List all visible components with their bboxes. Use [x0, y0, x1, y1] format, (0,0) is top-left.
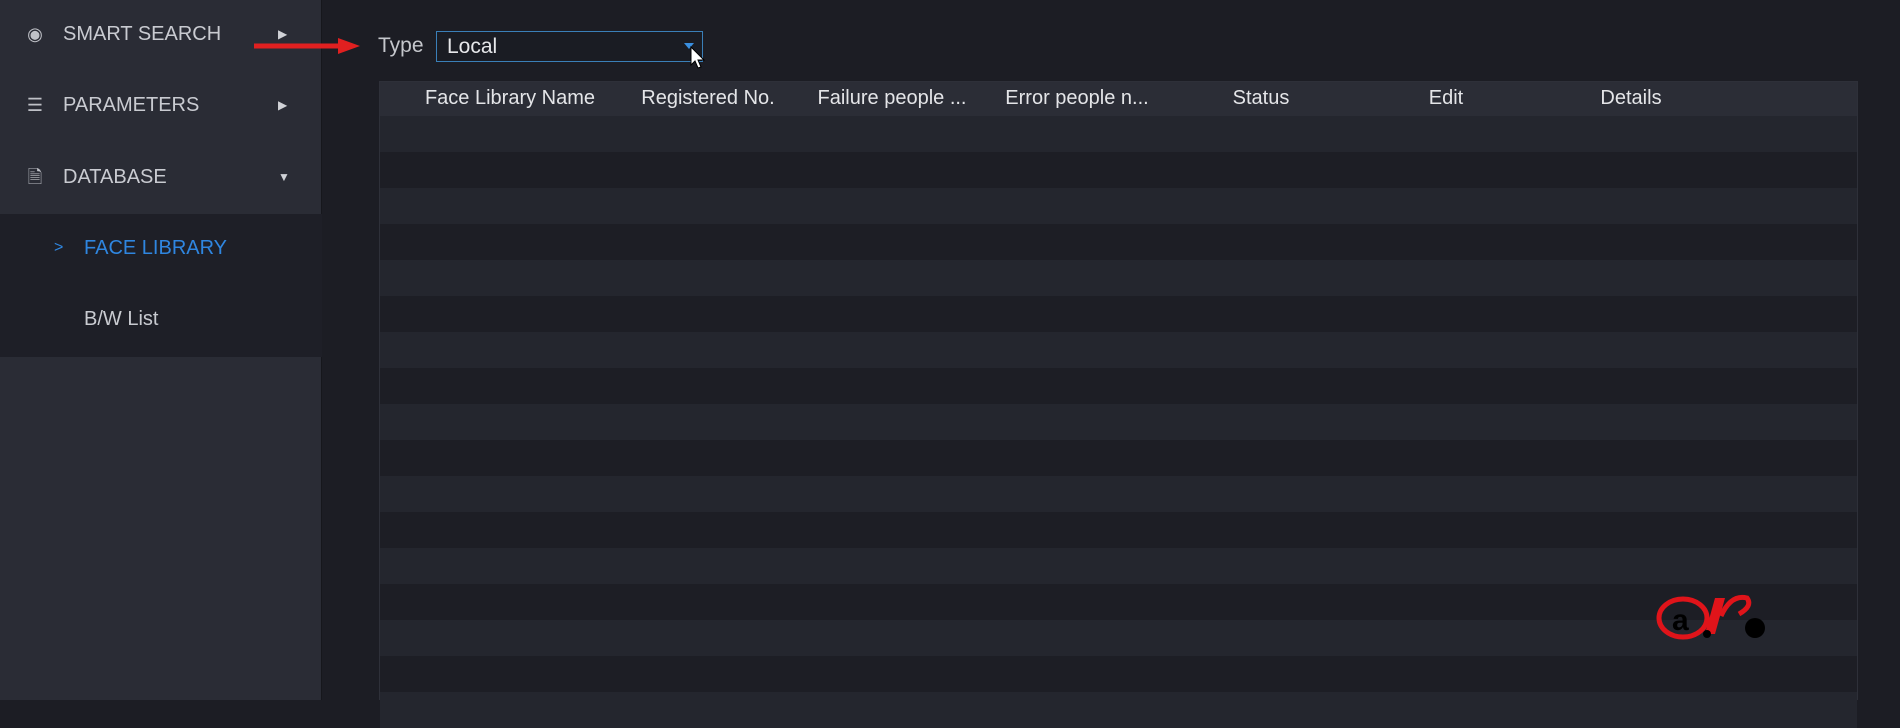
table-row[interactable]: [380, 620, 1857, 656]
face-library-table: Face Library Name Registered No. Failure…: [379, 81, 1858, 728]
caret-down-icon: ▼: [278, 170, 290, 184]
table-row[interactable]: [380, 584, 1857, 620]
table-row[interactable]: [380, 152, 1857, 188]
type-label: Type: [378, 34, 424, 57]
table-row[interactable]: [380, 224, 1857, 260]
mouse-cursor-icon: [690, 46, 706, 69]
nav-database[interactable]: 🗎 DATABASE ▼: [0, 147, 322, 207]
table-row[interactable]: [380, 260, 1857, 296]
annotation-arrow-icon: [254, 38, 360, 54]
subitem-bw-list[interactable]: B/W List: [0, 289, 322, 349]
col-status[interactable]: Status: [1233, 87, 1290, 110]
type-select[interactable]: Local: [436, 31, 703, 62]
table-row[interactable]: [380, 404, 1857, 440]
col-details[interactable]: Details: [1600, 87, 1661, 110]
type-select-value: Local: [447, 35, 498, 58]
table-body: [380, 116, 1857, 728]
chevron-right-icon: >: [54, 239, 64, 256]
table-row[interactable]: [380, 512, 1857, 548]
table-row[interactable]: [380, 548, 1857, 584]
table-row[interactable]: [380, 368, 1857, 404]
col-failure-people[interactable]: Failure people ...: [818, 87, 967, 110]
table-row[interactable]: [380, 656, 1857, 692]
svg-text:a: a: [1672, 604, 1689, 637]
database-icon: 🗎: [27, 167, 43, 187]
table-row[interactable]: [380, 692, 1857, 728]
nav-parameters[interactable]: ☰ PARAMETERS ▶: [0, 75, 322, 135]
caret-right-icon: ▶: [278, 98, 288, 112]
col-edit[interactable]: Edit: [1429, 87, 1463, 110]
col-face-library-name[interactable]: Face Library Name: [425, 87, 595, 110]
table-header: Face Library Name Registered No. Failure…: [380, 82, 1857, 116]
nav-smart-search[interactable]: ◉ SMART SEARCH ▶: [0, 4, 322, 64]
col-registered-no[interactable]: Registered No.: [641, 87, 774, 110]
smart-search-icon: ◉: [27, 24, 43, 44]
table-row[interactable]: [380, 296, 1857, 332]
table-row[interactable]: [380, 332, 1857, 368]
sidebar: ◉ SMART SEARCH ▶ ☰ PARAMETERS ▶ 🗎 DATABA…: [0, 0, 322, 700]
table-row[interactable]: [380, 116, 1857, 152]
database-submenu: > FACE LIBRARY B/W List: [0, 214, 322, 357]
watermark-logo-icon: a: [1656, 594, 1765, 640]
list-icon: ☰: [26, 95, 44, 115]
table-row[interactable]: [380, 440, 1857, 476]
subitem-face-library[interactable]: > FACE LIBRARY: [0, 218, 322, 278]
table-row[interactable]: [380, 476, 1857, 512]
col-error-people[interactable]: Error people n...: [1005, 87, 1148, 110]
table-row[interactable]: [380, 188, 1857, 224]
